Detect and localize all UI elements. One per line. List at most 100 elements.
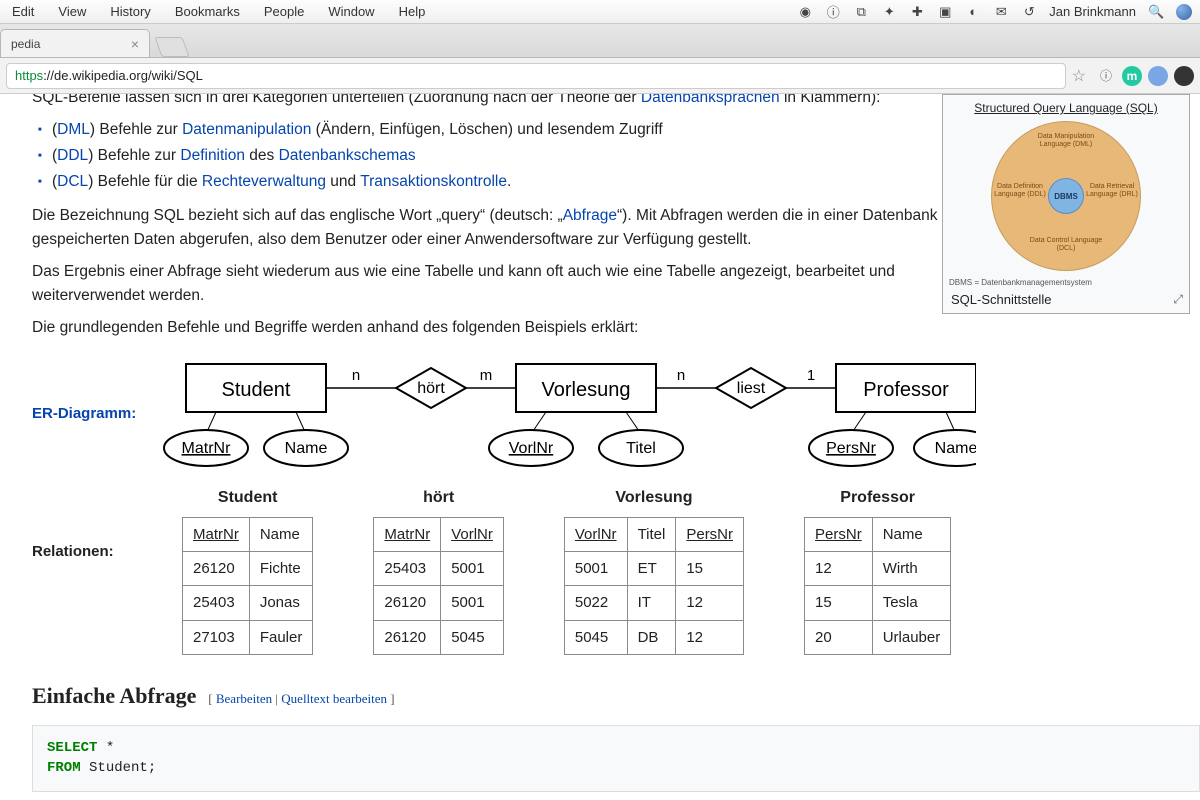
ddl-label: Data Definition Language (DDL) [994,183,1046,198]
menu-edit[interactable]: Edit [0,4,46,19]
macos-menubar: Edit View History Bookmarks People Windo… [0,0,1200,24]
table-row: 254035001 [374,552,504,586]
link-rechteverwaltung[interactable]: Rechteverwaltung [202,173,326,190]
new-tab-button[interactable] [154,37,189,57]
edit-source-link[interactable]: Quelltext bearbeiten [281,691,387,706]
menu-bookmarks[interactable]: Bookmarks [163,4,252,19]
section-heading-row: Einfache Abfrage [ Bearbeiten | Quelltex… [32,679,1200,713]
status-icon-1[interactable]: ✦ [881,4,897,20]
link-abfrage[interactable]: Abfrage [563,207,617,224]
spotlight-icon[interactable]: 🔍 [1148,4,1164,20]
tab-title: pedia [11,37,40,51]
dml-label: Data Manipulation Language (DML) [1026,133,1106,148]
svg-text:Name: Name [285,440,328,457]
link-transaktionskontrolle[interactable]: Transaktionskontrolle [360,173,507,190]
relation-table-vorlesung: VorlesungVorlNrTitelPersNr5001ET155022IT… [564,486,744,655]
svg-text:PersNr: PersNr [826,440,876,457]
link-dml[interactable]: DML [57,121,90,138]
table-cell: 25403 [183,586,250,620]
table-cell: 5001 [441,552,504,586]
table-cell: 20 [805,620,873,654]
link-definition[interactable]: Definition [180,147,245,164]
user-avatar-icon[interactable] [1176,4,1192,20]
svg-text:Name: Name [935,440,976,457]
relationen-label: Relationen: [32,486,132,563]
infobox-footnote: DBMS = Datenbankmanagementsystem [949,279,1183,288]
table-row: 15Tesla [805,586,951,620]
table-row: 5001ET15 [564,552,743,586]
infobox: Structured Query Language (SQL) Data Man… [942,94,1190,314]
menu-help[interactable]: Help [387,4,438,19]
table-cell: ET [627,552,676,586]
infobox-diagram: Data Manipulation Language (DML) Data De… [966,119,1166,279]
info-icon[interactable]: ⓘ [825,2,841,21]
menu-window[interactable]: Window [316,4,386,19]
table-header: PersNr [676,517,744,551]
table-cell: 25403 [374,552,441,586]
table-cell: DB [627,620,676,654]
record-icon[interactable]: ▣ [937,4,953,20]
table-cell: 26120 [374,620,441,654]
link-datenbankschemas[interactable]: Datenbankschemas [279,147,416,164]
data-table: MatrNrName26120Fichte25403Jonas27103Faul… [182,517,313,655]
list-item-dcl: (DCL) Befehle für die Rechteverwaltung u… [52,170,938,194]
table-cell: 26120 [183,552,250,586]
table-header: MatrNr [183,517,250,551]
extension-icon-m[interactable]: m [1122,66,1142,86]
table-cell: 12 [805,552,873,586]
edit-link[interactable]: Bearbeiten [216,691,272,706]
paragraph-result: Das Ergebnis einer Abfrage sieht wiederu… [32,260,938,308]
dcl-label: Data Control Language (DCL) [1026,237,1106,252]
menubar-username[interactable]: Jan Brinkmann [1049,4,1136,19]
extension-icon-blue[interactable] [1148,66,1168,86]
dbms-center: DBMS [1048,178,1084,214]
er-diagram-label: ER-Diagramm: [32,356,136,425]
table-cell: Fichte [249,552,313,586]
table-cell: 27103 [183,620,250,654]
sql-code-block: SELECT * FROM Student; [32,725,1200,792]
er-figure-row: ER-Diagramm: Student hört n m Vorlesung … [32,356,1200,476]
table-header: PersNr [805,517,873,551]
bookmark-star-icon[interactable]: ☆ [1072,66,1086,86]
menu-view[interactable]: View [46,4,98,19]
status-icon-2[interactable]: ✚ [909,4,925,20]
table-title: Vorlesung [564,486,744,511]
link-datenbanksprachen[interactable]: Datenbanksprachen [641,94,780,106]
table-header: Name [249,517,313,551]
browser-tab-active[interactable]: pedia × [0,29,150,57]
table-cell: Tesla [872,586,951,620]
url-scheme: https [15,68,43,83]
browser-tabbar: pedia × [0,24,1200,58]
dropbox-icon[interactable]: ⧉ [853,4,869,20]
menu-history[interactable]: History [98,4,162,19]
table-row: 27103Fauler [183,620,313,654]
link-dcl[interactable]: DCL [57,173,88,190]
creative-cloud-icon[interactable]: ◉ [797,4,813,20]
table-cell: 5045 [564,620,627,654]
enlarge-icon[interactable]: ⤢ [1173,292,1183,307]
table-cell: 26120 [374,586,441,620]
table-title: Professor [804,486,951,511]
table-cell: 15 [805,586,873,620]
truncated-intro: SQL-Befehle lassen sich in drei Kategori… [32,94,938,110]
table-cell: 15 [676,552,744,586]
moon-icon[interactable]: ◐ [965,4,981,19]
page-viewport: Structured Query Language (SQL) Data Man… [0,94,1200,800]
svg-text:1: 1 [807,367,815,384]
page-info-icon[interactable]: ⓘ [1096,66,1116,86]
menu-people[interactable]: People [252,4,316,19]
link-datenmanipulation[interactable]: Datenmanipulation [182,121,311,138]
extension-icon-dark[interactable] [1174,66,1194,86]
data-table: MatrNrVorlNr254035001261205001261205045 [373,517,504,655]
table-row: 5022IT12 [564,586,743,620]
table-header: VorlNr [441,517,504,551]
menubar-right: ◉ ⓘ ⧉ ✦ ✚ ▣ ◐ ✉ ↺ Jan Brinkmann 🔍 [797,2,1200,21]
chat-icon[interactable]: ✉ [993,4,1009,20]
timemachine-icon[interactable]: ↺ [1021,4,1037,20]
tab-close-icon[interactable]: × [131,36,139,52]
svg-text:m: m [480,367,493,384]
table-row: 5045DB12 [564,620,743,654]
link-ddl[interactable]: DDL [57,147,88,164]
table-header: MatrNr [374,517,441,551]
address-bar[interactable]: https://de.wikipedia.org/wiki/SQL [6,63,1066,89]
